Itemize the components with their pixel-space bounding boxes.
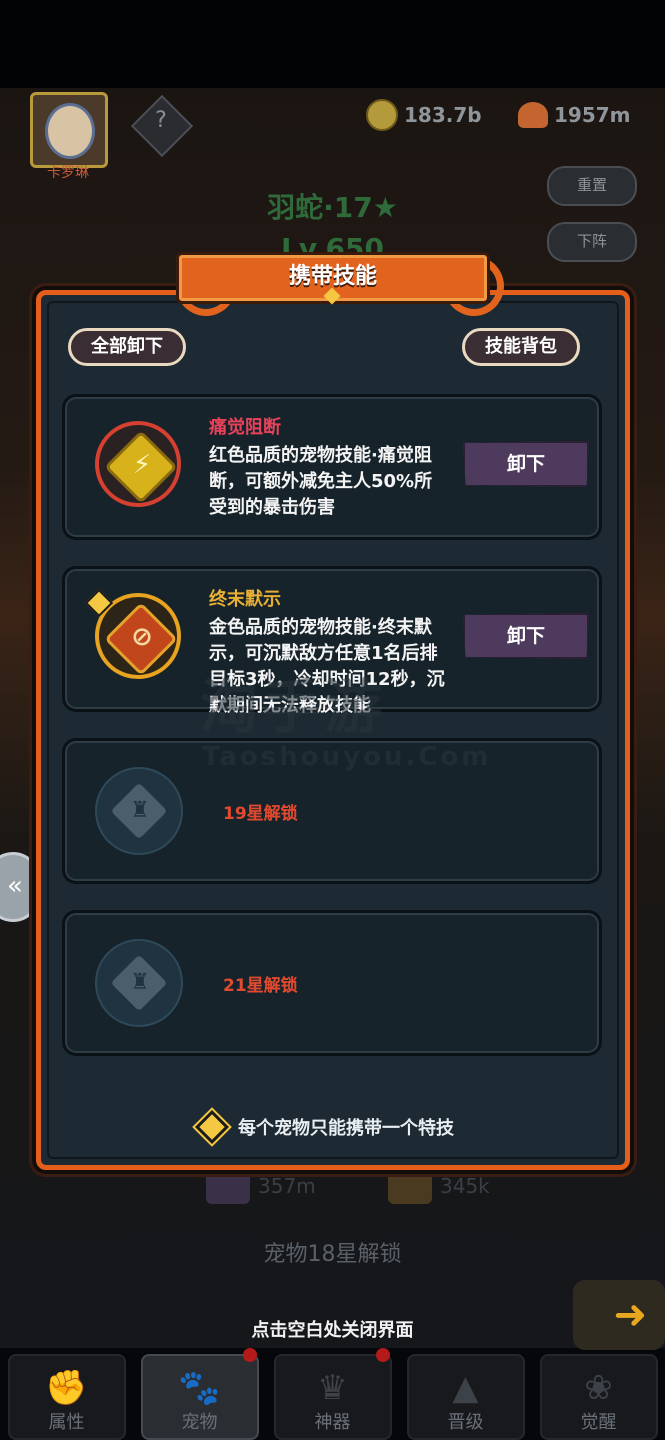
skill-1-icon-frame: ⚡ — [95, 421, 181, 507]
pet-name: 羽蛇·17★ — [267, 191, 398, 224]
pet-unlock-text: 宠物18星解锁 — [263, 1242, 402, 1267]
character-avatar[interactable] — [30, 92, 108, 168]
silence-icon: ⊘ — [131, 622, 153, 652]
mushroom-amount: 1957m — [554, 103, 631, 127]
gold-resource: 183.7b — [366, 99, 482, 131]
status-bar-area — [0, 0, 665, 88]
nav-awaken-label: 觉醒 — [580, 1412, 617, 1433]
previous-pet-button[interactable]: « — [0, 852, 40, 922]
bottom-navigation: ✊ 属性 🐾 宠物 ♛ 神器 ▲ 晋级 ❀ 觉醒 — [0, 1348, 665, 1440]
nav-artifacts-label: 神器 — [314, 1412, 351, 1433]
background-resource-1-value: 357m — [258, 1174, 316, 1198]
wing-icon: ▲ — [452, 1368, 479, 1408]
nav-awaken[interactable]: ❀ 觉醒 — [539, 1354, 658, 1440]
notification-dot — [375, 1348, 390, 1362]
watermark-url: Taoshouyou.Com — [202, 742, 492, 772]
nav-promotion-label: 晋级 — [447, 1412, 484, 1433]
nav-promotion[interactable]: ▲ 晋级 — [406, 1354, 525, 1440]
chevron-left-icon: « — [7, 871, 23, 901]
nav-pets-label: 宠物 — [181, 1412, 218, 1433]
close-hint[interactable]: 点击空白处关闭界面 — [0, 1316, 665, 1342]
character-name: 卡罗琳 — [47, 165, 89, 181]
diamond-icon — [195, 1110, 229, 1144]
skill-1-description: 红色品质的宠物技能·痛觉阻断，可额外减免主人50%所受到的暴击伤害 — [209, 445, 433, 518]
gold-coin-icon — [366, 99, 398, 131]
locked-skill-slot-2: ♜ 21星解锁 — [62, 910, 602, 1056]
locked-slot-1-frame: ♜ — [95, 767, 183, 855]
nav-artifacts[interactable]: ♛ 神器 — [273, 1348, 392, 1440]
mushroom-resource: 1957m — [518, 100, 631, 130]
skill-2-unload-button[interactable]: 卸下 — [463, 613, 589, 659]
paw-icon: 🐾 — [178, 1368, 221, 1408]
watermark-logo: 淘手游 — [200, 673, 387, 741]
question-mark-icon: ? — [155, 108, 167, 133]
lotus-icon: ❀ — [584, 1368, 613, 1408]
skill-1-name: 痛觉阻断 — [209, 417, 281, 438]
skill-1-unload-button[interactable]: 卸下 — [463, 441, 589, 487]
notification-dot — [242, 1348, 257, 1362]
background-resource-2-value: 345k — [440, 1174, 490, 1198]
avatar-portrait — [45, 103, 95, 159]
unload-all-button[interactable]: 全部卸下 — [68, 328, 186, 366]
slash-icon: ⚡ — [132, 450, 152, 480]
locked-slot-2-frame: ♜ — [95, 939, 183, 1027]
locked-slot-2-text: 21星解锁 — [223, 976, 298, 996]
nav-attributes[interactable]: ✊ 属性 — [7, 1354, 126, 1440]
locked-slot-1-text: 19星解锁 — [223, 804, 298, 824]
skill-card-1: ⚡ 痛觉阻断 红色品质的宠物技能·痛觉阻断，可额外减免主人50%所受到的暴击伤害… — [62, 394, 602, 540]
background-resource-1: 357m — [206, 1168, 316, 1204]
background-resource-2: 345k — [388, 1168, 490, 1204]
carry-rule-text: 每个宠物只能携带一个特技 — [238, 1118, 454, 1139]
mushroom-icon — [518, 102, 548, 128]
crown-icon: ♛ — [317, 1368, 348, 1408]
gem-icon — [206, 1168, 250, 1204]
lock-icon: ♜ — [130, 970, 150, 995]
nav-attributes-label: 属性 — [48, 1412, 85, 1433]
lock-icon: ♜ — [130, 798, 150, 823]
carry-rule-note: 每个宠物只能携带一个特技 — [195, 1110, 454, 1144]
mushroom-icon — [388, 1168, 432, 1204]
nav-pets[interactable]: 🐾 宠物 — [140, 1348, 259, 1440]
skill-bag-button[interactable]: 技能背包 — [462, 328, 580, 366]
gold-amount: 183.7b — [404, 103, 482, 127]
fist-icon: ✊ — [45, 1368, 88, 1408]
skill-2-name: 终末默示 — [209, 589, 281, 610]
